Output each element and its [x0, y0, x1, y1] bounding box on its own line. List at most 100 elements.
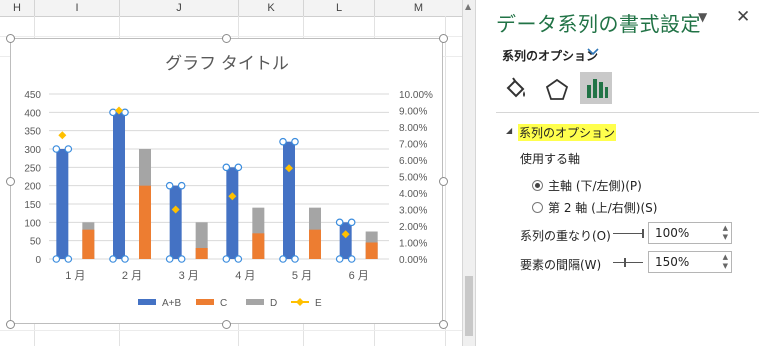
- y-right-tick-label: 6.00%: [399, 156, 427, 167]
- legend-swatch[interactable]: [246, 299, 264, 305]
- selection-handle[interactable]: [291, 137, 299, 146]
- selection-handle[interactable]: [279, 255, 287, 263]
- selection-handle[interactable]: [177, 181, 186, 190]
- overlap-value[interactable]: 100%: [655, 226, 689, 240]
- overlap-slider[interactable]: [613, 233, 643, 234]
- resize-handle[interactable]: [6, 34, 15, 43]
- gap-slider-knob[interactable]: [624, 258, 626, 267]
- legend-label[interactable]: A+B: [162, 298, 182, 309]
- selection-handle[interactable]: [121, 108, 129, 117]
- pane-menu-dropdown-icon[interactable]: ▼: [698, 10, 707, 24]
- chart-title[interactable]: グラフ タイトル: [165, 54, 289, 73]
- y-right-tick-label: 0.00%: [399, 255, 427, 266]
- bar-a-plus-b[interactable]: [339, 222, 352, 259]
- column-header[interactable]: K: [239, 0, 304, 16]
- radio-primary-axis[interactable]: 主軸 (下/左側)(P): [532, 177, 642, 194]
- resize-handle[interactable]: [439, 320, 448, 329]
- column-header[interactable]: L: [304, 0, 375, 16]
- vertical-scrollbar[interactable]: ▲: [462, 0, 476, 346]
- selection-handle[interactable]: [335, 255, 344, 263]
- legend-swatch[interactable]: [196, 299, 214, 305]
- overlap-input[interactable]: 100% ▲ ▼: [648, 222, 732, 244]
- y-right-tick-label: 3.00%: [399, 206, 427, 217]
- selection-handle[interactable]: [165, 181, 174, 190]
- legend-label[interactable]: C: [220, 298, 227, 309]
- y-left-tick-label: 450: [24, 90, 41, 101]
- selection-handle[interactable]: [177, 255, 186, 263]
- selection-handle[interactable]: [64, 145, 73, 153]
- resize-handle[interactable]: [439, 177, 448, 186]
- gap-value[interactable]: 150%: [655, 255, 689, 269]
- selection-handle[interactable]: [121, 255, 129, 263]
- legend-swatch[interactable]: [138, 299, 156, 305]
- marker-e[interactable]: [58, 131, 67, 140]
- selection-handle[interactable]: [234, 255, 243, 263]
- x-tick-label: 1 月: [65, 270, 85, 282]
- legend-label[interactable]: E: [315, 298, 322, 309]
- selection-handle[interactable]: [335, 218, 344, 227]
- bar-c[interactable]: [365, 242, 378, 260]
- overlap-slider-knob[interactable]: [642, 229, 644, 238]
- chevron-down-icon[interactable]: [586, 46, 600, 58]
- selection-handle[interactable]: [222, 163, 231, 172]
- y-left-tick-label: 300: [24, 145, 41, 156]
- fill-line-icon[interactable]: [502, 76, 532, 104]
- bar-a-plus-b[interactable]: [56, 149, 69, 259]
- column-header[interactable]: M: [375, 0, 462, 16]
- scroll-up-icon[interactable]: ▲: [465, 2, 471, 11]
- selection-handle[interactable]: [109, 108, 117, 117]
- close-icon[interactable]: ✕: [736, 7, 750, 27]
- legend-label[interactable]: D: [270, 298, 277, 309]
- bar-a-plus-b[interactable]: [226, 167, 239, 259]
- column-header[interactable]: I: [35, 0, 120, 16]
- bar-c[interactable]: [82, 229, 95, 259]
- gap-input[interactable]: 150% ▲ ▼: [648, 251, 732, 273]
- bar-a-plus-b[interactable]: [283, 141, 295, 259]
- selection-handle[interactable]: [291, 255, 299, 263]
- resize-handle[interactable]: [6, 177, 15, 186]
- spin-down-icon[interactable]: ▼: [723, 233, 728, 241]
- y-right-tick-label: 5.00%: [399, 173, 427, 184]
- selection-handle[interactable]: [64, 255, 73, 263]
- spin-up-icon[interactable]: ▲: [723, 253, 728, 261]
- radio-secondary-axis[interactable]: 第 2 軸 (上/右側)(S): [532, 199, 657, 216]
- section-series-options[interactable]: 系列のオプション: [518, 124, 617, 141]
- series-options-dropdown[interactable]: 系列のオプション: [502, 47, 598, 64]
- spreadsheet-area[interactable]: H I J K L M グラフ タイトル 450 400 350 300 250 200 1…: [0, 0, 462, 346]
- selection-handle[interactable]: [222, 255, 231, 263]
- selection-handle[interactable]: [52, 255, 61, 263]
- y-left-tick-label: 150: [24, 200, 41, 211]
- selection-handle[interactable]: [347, 218, 356, 227]
- resize-handle[interactable]: [222, 320, 231, 329]
- bar-c[interactable]: [252, 233, 265, 259]
- chart-plot[interactable]: グラフ タイトル 450 400 350 300 250 200 150 100 50 0 10.…: [11, 39, 444, 325]
- radio-unselected[interactable]: [532, 202, 543, 213]
- effects-pentagon-icon[interactable]: [542, 76, 572, 104]
- radio-selected[interactable]: [532, 180, 543, 191]
- bar-c[interactable]: [139, 185, 151, 259]
- selection-handle[interactable]: [52, 145, 61, 153]
- selection-handle[interactable]: [109, 255, 117, 263]
- spin-up-icon[interactable]: ▲: [723, 224, 728, 232]
- selection-handle[interactable]: [347, 255, 356, 263]
- bar-a-plus-b[interactable]: [169, 185, 182, 259]
- selection-handle[interactable]: [279, 137, 287, 146]
- column-header[interactable]: H: [0, 0, 35, 16]
- spin-down-icon[interactable]: ▼: [723, 262, 728, 270]
- bar-c[interactable]: [309, 229, 321, 259]
- grid-line: [0, 36, 462, 37]
- resize-handle[interactable]: [439, 34, 448, 43]
- column-header[interactable]: J: [120, 0, 239, 16]
- gap-slider[interactable]: [613, 262, 643, 263]
- bar-a-plus-b[interactable]: [113, 112, 125, 259]
- bar-c[interactable]: [195, 248, 208, 259]
- selection-handle[interactable]: [165, 255, 174, 263]
- resize-handle[interactable]: [6, 320, 15, 329]
- chart-area[interactable]: グラフ タイトル 450 400 350 300 250 200 150 100 50 0 10.…: [10, 38, 443, 324]
- series-options-tab[interactable]: [580, 72, 612, 104]
- resize-handle[interactable]: [222, 34, 231, 43]
- collapse-triangle-icon[interactable]: ◢: [506, 126, 512, 135]
- selection-handle[interactable]: [234, 163, 243, 172]
- scroll-thumb[interactable]: [465, 276, 473, 336]
- radio-label: 主軸 (下/左側)(P): [548, 179, 642, 193]
